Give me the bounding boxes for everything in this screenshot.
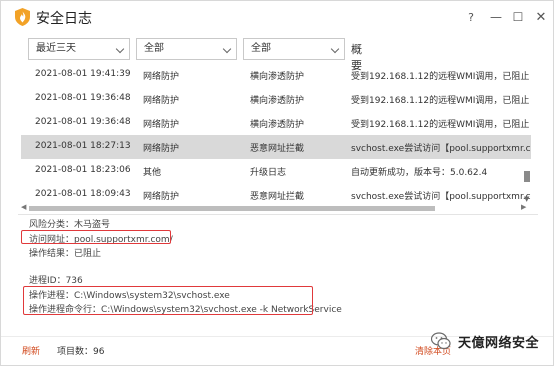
category-select[interactable]: 全部: [136, 38, 237, 60]
time-range-value: 最近三天: [36, 43, 76, 54]
row-category: 网络防护: [143, 192, 180, 202]
table-row[interactable]: 2021-08-01 19:36:48 网络防护 横向渗透防护 受到192.168.1…: [21, 87, 531, 111]
scroll-left-arrow-icon[interactable]: ◀: [21, 203, 26, 211]
row-summary: 受到192.168.1.12的远程WMI调用，已阻止: [351, 72, 530, 82]
row-category: 网络防护: [143, 72, 180, 82]
table-row[interactable]: 2021-08-01 18:09:43 网络防护 恶意网址拦截 svchost.exe…: [21, 183, 531, 205]
table-row[interactable]: 2021-08-01 18:23:06 其他 升级日志 自动更新成功，版本号：5.0.…: [21, 159, 531, 183]
row-type: 恶意网址拦截: [250, 192, 305, 202]
chevron-down-icon: [115, 44, 125, 54]
row-time: 2021-08-01 19:41:39: [35, 69, 131, 79]
vertical-scrollbar-thumb[interactable]: [524, 171, 530, 182]
row-summary: svchost.exe尝试访问【pool.supportxmr.com/: [351, 144, 531, 154]
row-time: 2021-08-01 18:09:43: [35, 189, 131, 199]
detail-process-id: 进程ID：736: [29, 276, 83, 286]
watermark-text: 天億网络安全: [458, 336, 540, 351]
row-type: 升级日志: [250, 168, 287, 178]
row-summary: 受到192.168.1.12的远程WMI调用，已阻止: [351, 96, 530, 106]
detail-result: 操作结果：已阻止: [29, 249, 102, 259]
detail-divider: [18, 214, 538, 215]
row-type: 横向渗透防护: [250, 120, 305, 130]
minimize-button[interactable]: —: [486, 7, 506, 27]
scroll-right-arrow-icon[interactable]: ▶: [521, 203, 526, 211]
vertical-scrollbar[interactable]: ▼: [523, 65, 531, 205]
window-title: 安全日志: [36, 11, 92, 27]
wechat-logo-icon: [431, 332, 451, 350]
horizontal-scrollbar[interactable]: ◀ ▶: [21, 203, 531, 212]
table-row[interactable]: 2021-08-01 18:27:13 网络防护 恶意网址拦截 svchost.exe…: [21, 135, 531, 159]
title-bar: 安全日志 ? — ☐ ✕: [1, 1, 553, 33]
row-type: 恶意网址拦截: [250, 144, 305, 154]
chevron-down-icon: [330, 44, 340, 54]
refresh-link[interactable]: 刷新: [22, 344, 40, 357]
url-highlight-box: [21, 230, 171, 244]
time-range-select[interactable]: 最近三天: [28, 38, 130, 60]
category-value: 全部: [144, 43, 164, 54]
row-category: 网络防护: [143, 144, 180, 154]
security-log-window: 安全日志 ? — ☐ ✕ 最近三天 全部 全部 概要 2021-08-01 19…: [0, 0, 554, 366]
chevron-down-icon: [222, 44, 232, 54]
log-table: 2021-08-01 19:41:39 网络防护 横向渗透防护 受到192.168.1…: [21, 65, 531, 205]
maximize-button[interactable]: ☐: [508, 7, 528, 27]
table-row[interactable]: 2021-08-01 19:41:39 网络防护 横向渗透防护 受到192.168.1…: [21, 65, 531, 87]
close-button[interactable]: ✕: [531, 7, 551, 27]
shield-logo-icon: [15, 8, 30, 26]
detail-risk-category: 风险分类：木马盗号: [29, 220, 111, 230]
row-type: 横向渗透防护: [250, 72, 305, 82]
table-row[interactable]: 2021-08-01 19:36:48 网络防护 横向渗透防护 受到192.168.1…: [21, 111, 531, 135]
item-count: 项目数：96: [57, 347, 105, 357]
type-select[interactable]: 全部: [243, 38, 345, 60]
row-summary: svchost.exe尝试访问【pool.supportxmr.com/: [351, 192, 531, 202]
row-time: 2021-08-01 19:36:48: [35, 93, 131, 103]
row-category: 网络防护: [143, 120, 180, 130]
row-summary: 自动更新成功，版本号：5.0.62.4: [351, 168, 488, 178]
type-value: 全部: [251, 43, 271, 54]
row-time: 2021-08-01 19:36:48: [35, 117, 131, 127]
row-time: 2021-08-01 18:27:13: [35, 141, 131, 151]
row-category: 其他: [143, 168, 162, 178]
scroll-down-arrow-icon[interactable]: ▼: [524, 195, 529, 203]
row-type: 横向渗透防护: [250, 96, 305, 106]
horizontal-scrollbar-thumb[interactable]: [29, 206, 435, 211]
process-highlight-box: [23, 286, 313, 315]
row-category: 网络防护: [143, 96, 180, 106]
row-summary: 受到192.168.1.12的远程WMI调用，已阻止: [351, 120, 530, 130]
help-button[interactable]: ?: [461, 7, 481, 27]
row-time: 2021-08-01 18:23:06: [35, 165, 131, 175]
